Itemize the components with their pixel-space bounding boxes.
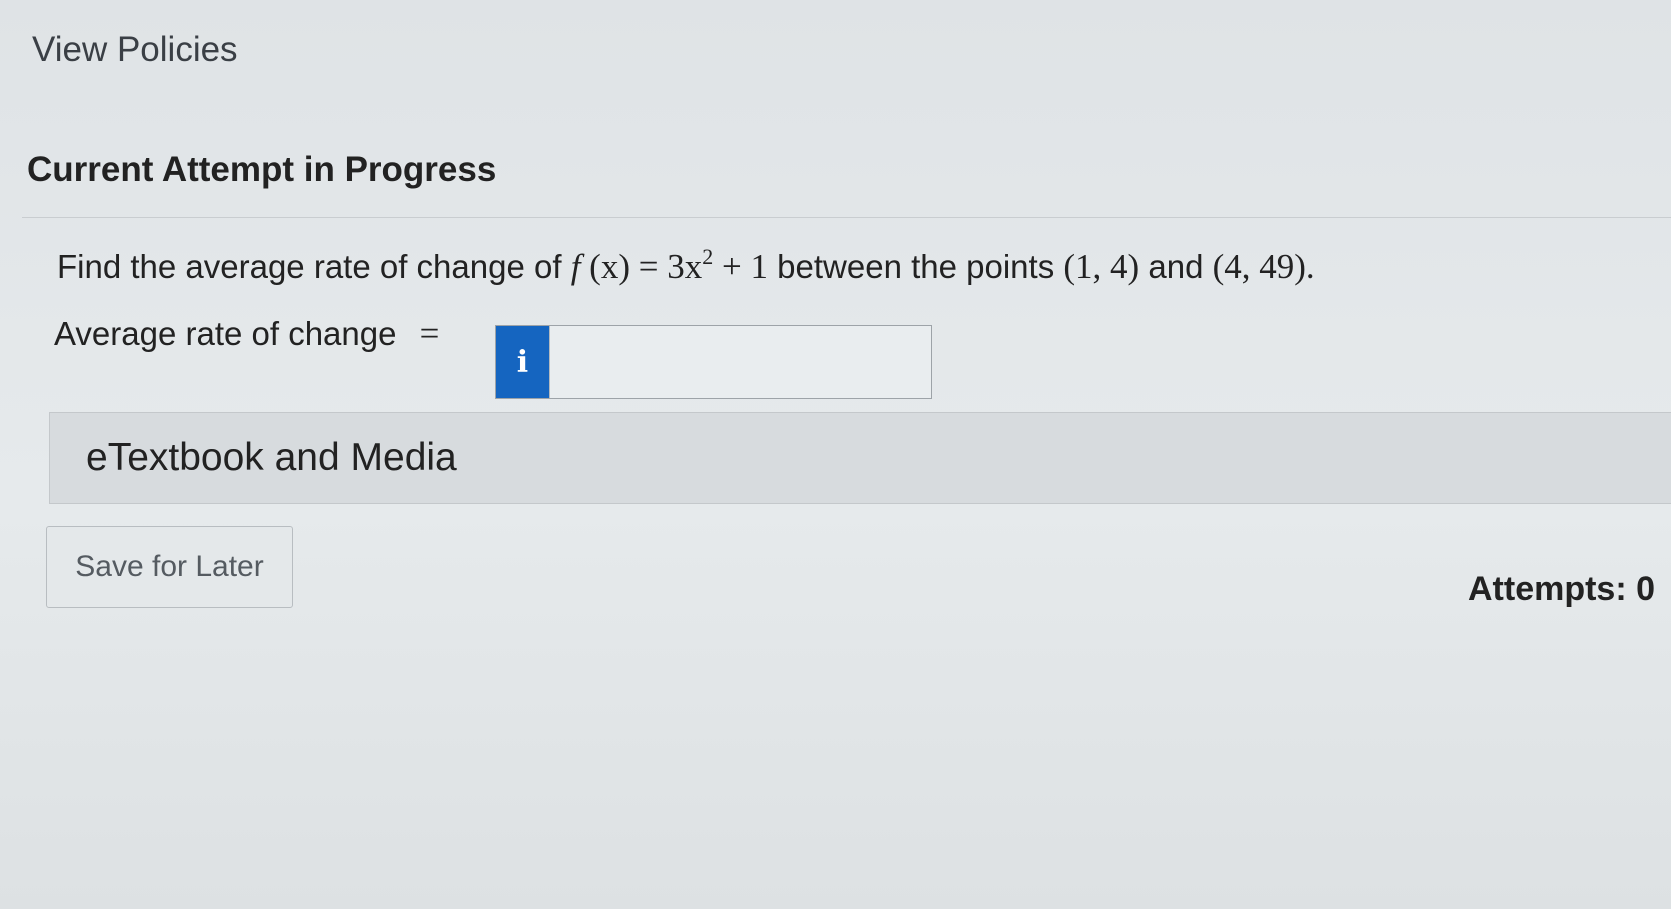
function-name: f bbox=[570, 247, 581, 286]
point-b: (4, 49). bbox=[1212, 247, 1315, 286]
answer-label: Average rate of change = bbox=[54, 314, 439, 354]
expr-base: 3x bbox=[667, 247, 703, 286]
expr-exponent: 2 bbox=[702, 244, 714, 269]
attempts-count: Attempts: 0 bbox=[1468, 570, 1656, 608]
question-lead: Find the average rate of change of bbox=[57, 248, 562, 285]
function-var: (x) bbox=[589, 247, 630, 286]
answer-input[interactable] bbox=[549, 326, 931, 398]
question-text: Find the average rate of change of f (x)… bbox=[57, 244, 1315, 287]
answer-field: i bbox=[495, 325, 932, 399]
etextbook-media-section[interactable]: eTextbook and Media bbox=[49, 412, 1671, 504]
point-a: (1, 4) bbox=[1063, 247, 1140, 286]
info-icon[interactable]: i bbox=[496, 326, 549, 398]
view-policies-link[interactable]: View Policies bbox=[32, 30, 238, 70]
etextbook-label: eTextbook and Media bbox=[86, 436, 457, 479]
section-divider bbox=[22, 217, 1671, 218]
question-between: between the points bbox=[777, 248, 1055, 285]
question-and: and bbox=[1148, 248, 1204, 285]
answer-label-text: Average rate of change bbox=[54, 315, 397, 352]
save-for-later-button[interactable]: Save for Later bbox=[46, 526, 293, 608]
function-equals: = bbox=[629, 247, 668, 286]
function-expression: f (x) = 3x2 + 1 bbox=[570, 244, 768, 287]
attempt-heading: Current Attempt in Progress bbox=[27, 150, 497, 189]
expr-tail: + 1 bbox=[713, 247, 768, 286]
answer-equals: = bbox=[419, 314, 440, 353]
